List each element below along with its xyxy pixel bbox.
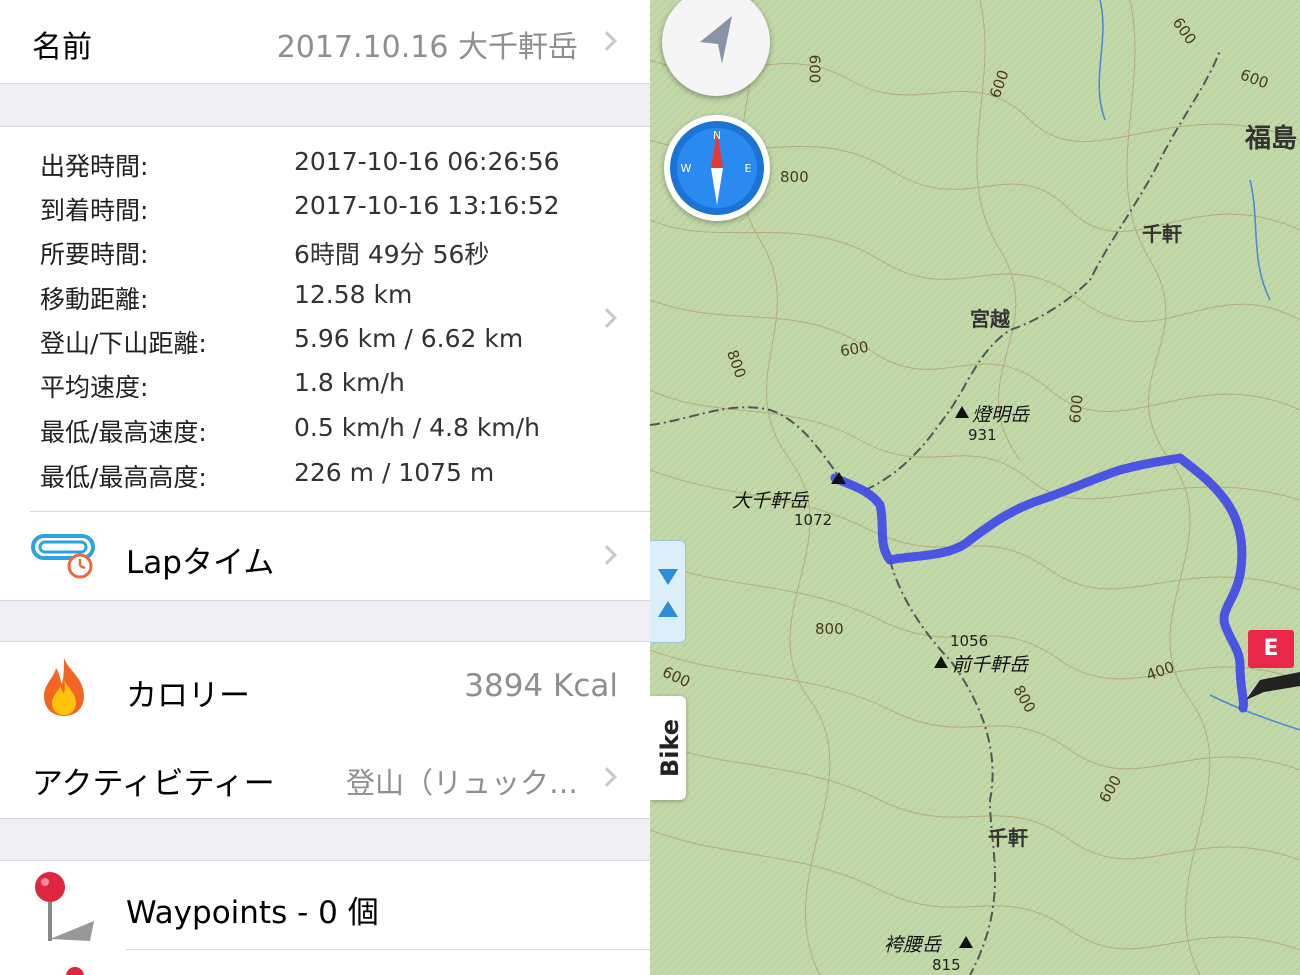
svg-text:E: E: [745, 162, 752, 175]
contour-label: 600: [1066, 393, 1087, 425]
expand-collapse-icon: [658, 569, 678, 617]
contour-label: 800: [815, 620, 844, 638]
lap-row[interactable]: Lapタイム: [0, 512, 650, 601]
place-label: 千軒: [988, 826, 1028, 850]
depart-label: 出発時間:: [40, 152, 149, 181]
peak-label: 袴腰岳: [884, 934, 942, 956]
avg-speed-label: 平均速度:: [40, 373, 149, 402]
compass-icon: N E W: [670, 121, 764, 215]
peak-elevation: 1072: [794, 511, 833, 529]
location-arrow-icon: [700, 16, 732, 64]
activity-value: 登山（リュック…: [345, 766, 578, 800]
arrive-label: 到着時間:: [40, 196, 149, 225]
waypoints-row[interactable]: Waypoints - 0 個: [0, 860, 650, 975]
activity-label: アクティビティー: [32, 766, 275, 802]
map-panel-toggle[interactable]: [650, 540, 686, 643]
compass-button[interactable]: N E W: [664, 115, 770, 221]
minmax-alt-label: 最低/最高高度:: [40, 463, 207, 492]
chevron-right-icon[interactable]: [597, 308, 617, 328]
name-row[interactable]: 名前 2017.10.16 大千軒岳: [0, 0, 650, 84]
divider: [126, 949, 650, 950]
updown-label: 登山/下山距離:: [40, 329, 207, 358]
chevron-right-icon: [597, 31, 617, 51]
peak-label: 大千軒岳: [732, 490, 809, 512]
peak-label: 燈明岳: [972, 404, 1030, 426]
contour-label: 600: [805, 54, 824, 84]
calorie-label: カロリー: [126, 678, 250, 714]
stats-block: 出発時間: 2017-10-16 06:26:56 到着時間: 2017-10-…: [0, 126, 650, 601]
peak-label: 前千軒岳: [952, 654, 1029, 676]
peak-elevation: 1056: [950, 632, 989, 650]
place-label: 千軒: [1142, 222, 1182, 246]
lap-label: Lapタイム: [126, 545, 275, 581]
name-label: 名前: [32, 30, 92, 65]
minmax-alt-value: 226 m / 1075 m: [294, 458, 495, 487]
distance-label: 移動距離:: [40, 285, 149, 314]
duration-value: 6時間 49分 56秒: [294, 240, 490, 269]
avg-speed-value: 1.8 km/h: [294, 368, 405, 397]
map-pin-icon: [66, 967, 84, 975]
bike-label: Bike: [656, 718, 684, 778]
map-pin-icon: [35, 872, 94, 941]
depart-value: 2017-10-16 06:26:56: [294, 147, 560, 176]
calorie-activity-block: カロリー 3894 Kcal アクティビティー 登山（リュック…: [0, 641, 650, 819]
waypoints-label: Waypoints - 0 個: [126, 895, 379, 931]
flame-icon: [44, 658, 84, 716]
location-button[interactable]: [662, 0, 770, 96]
chevron-right-icon: [597, 767, 617, 787]
calorie-value: 3894 Kcal: [464, 668, 618, 704]
arrive-value: 2017-10-16 13:16:52: [294, 191, 560, 220]
name-value: 2017.10.16 大千軒岳: [276, 30, 578, 65]
bike-mode-tab[interactable]: Bike: [650, 696, 686, 800]
updown-value: 5.96 km / 6.62 km: [294, 324, 524, 353]
route-map[interactable]: 600 600 600 800 600 600 800 600 800 600 …: [650, 0, 1300, 975]
lap-timer-icon: [31, 534, 95, 579]
chevron-right-icon: [597, 545, 617, 565]
place-label: 福島: [1245, 124, 1298, 154]
peak-elevation: 815: [932, 956, 961, 974]
svg-text:N: N: [713, 129, 721, 142]
place-label: 宮越: [970, 307, 1010, 331]
peak-elevation: 931: [968, 426, 997, 444]
duration-label: 所要時間:: [40, 240, 149, 269]
activity-row[interactable]: アクティビティー 登山（リュック…: [0, 734, 650, 820]
minmax-speed-value: 0.5 km/h / 4.8 km/h: [294, 413, 540, 442]
contour-label: 800: [780, 168, 809, 186]
svg-text:W: W: [681, 162, 692, 175]
end-point-marker[interactable]: E: [1248, 630, 1294, 668]
minmax-speed-label: 最低/最高速度:: [40, 418, 207, 447]
track-detail-panel: 名前 2017.10.16 大千軒岳 出発時間: 2017-10-16 06:2…: [0, 0, 650, 975]
distance-value: 12.58 km: [294, 280, 413, 309]
